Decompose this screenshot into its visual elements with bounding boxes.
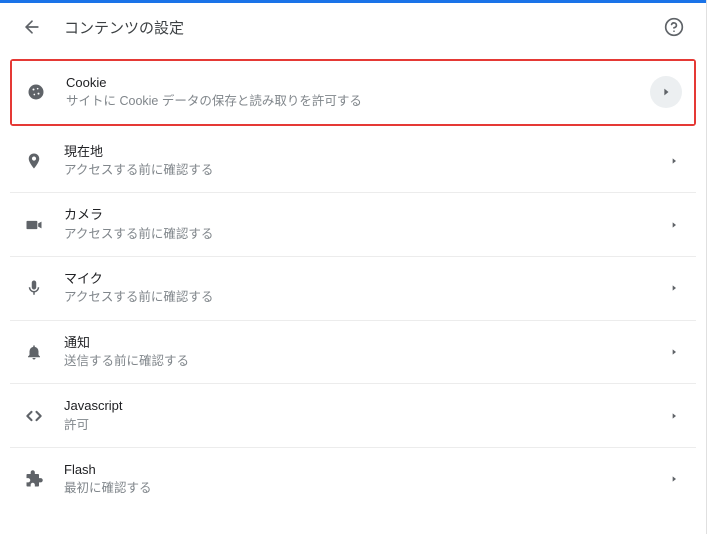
setting-item-subtitle: サイトに Cookie データの保存と読み取りを許可する (66, 93, 632, 111)
chevron-right-icon (664, 278, 684, 298)
setting-item-title: カメラ (64, 206, 646, 224)
help-button[interactable] (662, 15, 686, 39)
page-title: コンテンツの設定 (64, 17, 642, 38)
setting-item-title: マイク (64, 270, 646, 288)
setting-item-title: 通知 (64, 334, 646, 352)
setting-item-subtitle: 最初に確認する (64, 480, 646, 498)
setting-item-javascript[interactable]: Javascript 許可 (10, 384, 696, 448)
setting-item-text: Flash 最初に確認する (64, 461, 646, 498)
setting-item-cookie[interactable]: Cookie サイトに Cookie データの保存と読み取りを許可する (12, 61, 694, 124)
content-list: Cookie サイトに Cookie データの保存と読み取りを許可する 現在地 … (0, 51, 706, 511)
setting-item-mic[interactable]: マイク アクセスする前に確認する (10, 257, 696, 321)
chevron-right-icon (664, 469, 684, 489)
setting-item-text: 現在地 アクセスする前に確認する (64, 143, 646, 180)
header: コンテンツの設定 (0, 3, 706, 51)
chevron-right-icon (664, 151, 684, 171)
setting-item-subtitle: 許可 (64, 417, 646, 435)
mic-icon (22, 276, 46, 300)
setting-item-title: 現在地 (64, 143, 646, 161)
setting-item-text: 通知 送信する前に確認する (64, 334, 646, 371)
setting-item-text: カメラ アクセスする前に確認する (64, 206, 646, 243)
cookie-icon (24, 80, 48, 104)
setting-item-subtitle: アクセスする前に確認する (64, 289, 646, 307)
chevron-right-icon (650, 76, 682, 108)
setting-item-notifications[interactable]: 通知 送信する前に確認する (10, 321, 696, 385)
arrow-left-icon (22, 17, 42, 37)
setting-item-text: Javascript 許可 (64, 397, 646, 434)
setting-item-subtitle: 送信する前に確認する (64, 353, 646, 371)
back-button[interactable] (20, 15, 44, 39)
chevron-right-icon (664, 215, 684, 235)
chevron-right-icon (664, 342, 684, 362)
setting-item-camera[interactable]: カメラ アクセスする前に確認する (10, 193, 696, 257)
setting-item-flash[interactable]: Flash 最初に確認する (10, 448, 696, 511)
setting-item-text: Cookie サイトに Cookie データの保存と読み取りを許可する (66, 74, 632, 111)
setting-item-subtitle: アクセスする前に確認する (64, 226, 646, 244)
setting-item-subtitle: アクセスする前に確認する (64, 162, 646, 180)
code-icon (22, 404, 46, 428)
help-circle-icon (664, 17, 684, 37)
chevron-right-icon (664, 406, 684, 426)
setting-item-cookie-card: Cookie サイトに Cookie データの保存と読み取りを許可する (10, 59, 696, 126)
setting-item-title: Cookie (66, 74, 632, 92)
setting-item-title: Flash (64, 461, 646, 479)
bell-icon (22, 340, 46, 364)
setting-item-title: Javascript (64, 397, 646, 415)
setting-item-location[interactable]: 現在地 アクセスする前に確認する (10, 130, 696, 194)
setting-item-text: マイク アクセスする前に確認する (64, 270, 646, 307)
plugin-icon (22, 467, 46, 491)
location-icon (22, 149, 46, 173)
camera-icon (22, 213, 46, 237)
